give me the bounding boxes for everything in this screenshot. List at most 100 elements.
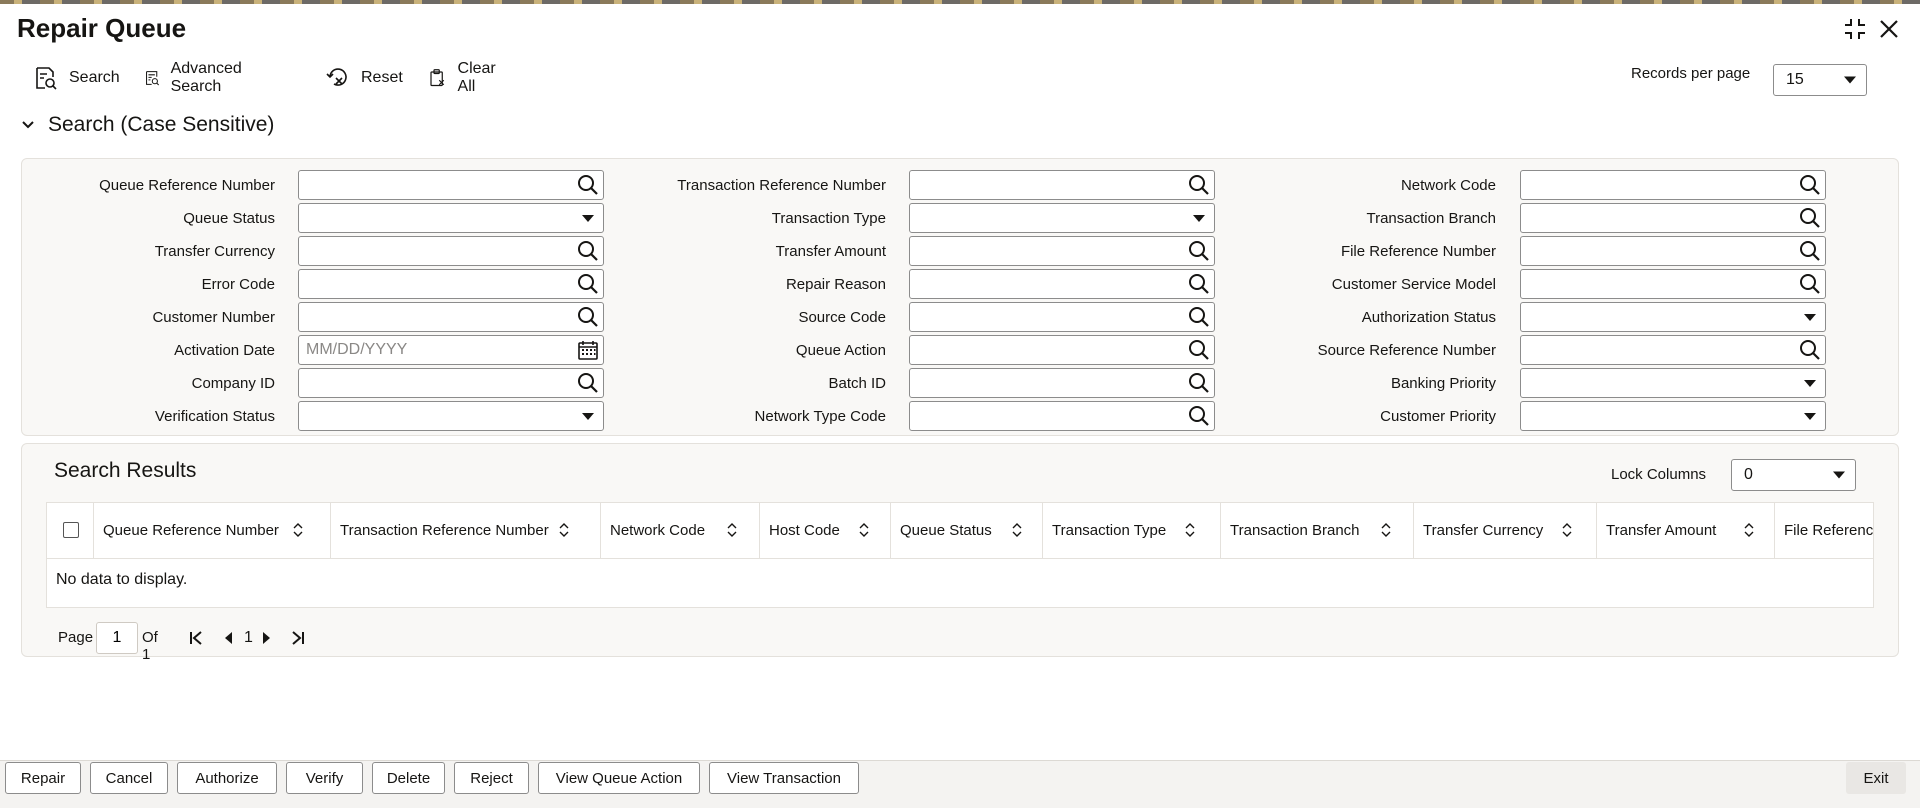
column-header-queue-status[interactable]: Queue Status bbox=[891, 503, 1043, 558]
repair-button[interactable]: Repair bbox=[5, 762, 81, 794]
batch-id-field[interactable] bbox=[909, 368, 1215, 398]
search-button[interactable]: Search bbox=[33, 62, 120, 94]
banking-priority-input[interactable] bbox=[1521, 369, 1791, 397]
sort-icon[interactable] bbox=[1562, 523, 1572, 537]
close-icon[interactable] bbox=[1876, 16, 1902, 42]
chevron-down-icon[interactable] bbox=[1804, 413, 1816, 420]
search-icon[interactable] bbox=[1799, 273, 1821, 295]
batch-id-input[interactable] bbox=[910, 369, 1180, 397]
authorization-status-input[interactable] bbox=[1521, 303, 1791, 331]
sort-icon[interactable] bbox=[559, 523, 569, 537]
select-all-checkbox[interactable] bbox=[63, 522, 79, 538]
activation-date-input[interactable] bbox=[299, 336, 569, 364]
file-reference-number-field[interactable] bbox=[1520, 236, 1826, 266]
search-icon[interactable] bbox=[1799, 207, 1821, 229]
search-icon[interactable] bbox=[577, 273, 599, 295]
company-id-field[interactable] bbox=[298, 368, 604, 398]
sort-icon[interactable] bbox=[1012, 523, 1022, 537]
column-header-file-reference[interactable]: File Reference bbox=[1775, 503, 1873, 558]
company-id-input[interactable] bbox=[299, 369, 569, 397]
network-code-input[interactable] bbox=[1521, 171, 1791, 199]
queue-action-input[interactable] bbox=[910, 336, 1180, 364]
column-header-transaction-branch[interactable]: Transaction Branch bbox=[1221, 503, 1414, 558]
reset-button[interactable]: Reset bbox=[325, 62, 403, 94]
search-icon[interactable] bbox=[1188, 306, 1210, 328]
view-queue-action-button[interactable]: View Queue Action bbox=[538, 762, 700, 794]
network-type-code-input[interactable] bbox=[910, 402, 1180, 430]
error-code-field[interactable] bbox=[298, 269, 604, 299]
customer-number-field[interactable] bbox=[298, 302, 604, 332]
repair-reason-field[interactable] bbox=[909, 269, 1215, 299]
file-reference-number-input[interactable] bbox=[1521, 237, 1791, 265]
records-per-page-select[interactable]: 15 bbox=[1773, 64, 1867, 96]
sort-icon[interactable] bbox=[1185, 523, 1195, 537]
transaction-branch-field[interactable] bbox=[1520, 203, 1826, 233]
search-icon[interactable] bbox=[1188, 240, 1210, 262]
customer-service-model-input[interactable] bbox=[1521, 270, 1791, 298]
reject-button[interactable]: Reject bbox=[454, 762, 529, 794]
customer-number-input[interactable] bbox=[299, 303, 569, 331]
search-icon[interactable] bbox=[577, 174, 599, 196]
search-icon[interactable] bbox=[1188, 339, 1210, 361]
sort-icon[interactable] bbox=[1744, 523, 1754, 537]
column-header-transaction-type[interactable]: Transaction Type bbox=[1043, 503, 1221, 558]
column-header-transfer-amount[interactable]: Transfer Amount bbox=[1597, 503, 1775, 558]
page-link-1[interactable]: 1 bbox=[244, 629, 253, 647]
customer-priority-select[interactable] bbox=[1520, 401, 1826, 431]
search-icon[interactable] bbox=[1799, 240, 1821, 262]
delete-button[interactable]: Delete bbox=[372, 762, 445, 794]
network-type-code-field[interactable] bbox=[909, 401, 1215, 431]
search-icon[interactable] bbox=[577, 372, 599, 394]
chevron-down-icon[interactable] bbox=[1804, 314, 1816, 321]
transaction-type-select[interactable] bbox=[909, 203, 1215, 233]
page-number-input[interactable] bbox=[96, 622, 138, 654]
source-code-field[interactable] bbox=[909, 302, 1215, 332]
maximize-icon[interactable] bbox=[1842, 16, 1868, 42]
network-code-field[interactable] bbox=[1520, 170, 1826, 200]
exit-button[interactable]: Exit bbox=[1846, 762, 1906, 794]
verify-button[interactable]: Verify bbox=[286, 762, 363, 794]
search-icon[interactable] bbox=[1188, 405, 1210, 427]
transaction-branch-input[interactable] bbox=[1521, 204, 1791, 232]
search-icon[interactable] bbox=[1799, 174, 1821, 196]
sort-icon[interactable] bbox=[727, 523, 737, 537]
sort-icon[interactable] bbox=[859, 523, 869, 537]
search-icon[interactable] bbox=[1188, 372, 1210, 394]
search-icon[interactable] bbox=[1188, 273, 1210, 295]
sort-icon[interactable] bbox=[293, 523, 303, 537]
chevron-down-icon[interactable] bbox=[1804, 380, 1816, 387]
transfer-currency-input[interactable] bbox=[299, 237, 569, 265]
source-reference-number-field[interactable] bbox=[1520, 335, 1826, 365]
verification-status-input[interactable] bbox=[299, 402, 569, 430]
customer-priority-input[interactable] bbox=[1521, 402, 1791, 430]
search-icon[interactable] bbox=[1799, 339, 1821, 361]
calendar-icon[interactable] bbox=[577, 339, 599, 361]
authorize-button[interactable]: Authorize bbox=[177, 762, 277, 794]
transfer-amount-input[interactable] bbox=[910, 237, 1180, 265]
transaction-reference-number-input[interactable] bbox=[910, 171, 1180, 199]
search-icon[interactable] bbox=[577, 306, 599, 328]
previous-page-icon[interactable] bbox=[222, 631, 234, 645]
view-transaction-button[interactable]: View Transaction bbox=[709, 762, 859, 794]
sort-icon[interactable] bbox=[1381, 523, 1391, 537]
source-reference-number-input[interactable] bbox=[1521, 336, 1791, 364]
banking-priority-select[interactable] bbox=[1520, 368, 1826, 398]
queue-action-field[interactable] bbox=[909, 335, 1215, 365]
search-section-toggle[interactable]: Search (Case Sensitive) bbox=[20, 113, 274, 137]
chevron-down-icon[interactable] bbox=[582, 215, 594, 222]
column-header-host-code[interactable]: Host Code bbox=[760, 503, 891, 558]
advanced-search-button[interactable]: Advanced Search bbox=[144, 60, 251, 95]
authorization-status-select[interactable] bbox=[1520, 302, 1826, 332]
clear-all-button[interactable]: Clear All bbox=[428, 60, 502, 95]
queue-reference-number-field[interactable] bbox=[298, 170, 604, 200]
search-icon[interactable] bbox=[1188, 174, 1210, 196]
chevron-down-icon[interactable] bbox=[1193, 215, 1205, 222]
activation-date-field[interactable] bbox=[298, 335, 604, 365]
next-page-icon[interactable] bbox=[261, 631, 273, 645]
verification-status-select[interactable] bbox=[298, 401, 604, 431]
queue-reference-number-input[interactable] bbox=[299, 171, 569, 199]
cancel-button[interactable]: Cancel bbox=[90, 762, 168, 794]
transfer-currency-field[interactable] bbox=[298, 236, 604, 266]
column-header-queue-reference-number[interactable]: Queue Reference Number bbox=[94, 503, 331, 558]
lock-columns-select[interactable]: 0 bbox=[1731, 459, 1856, 491]
